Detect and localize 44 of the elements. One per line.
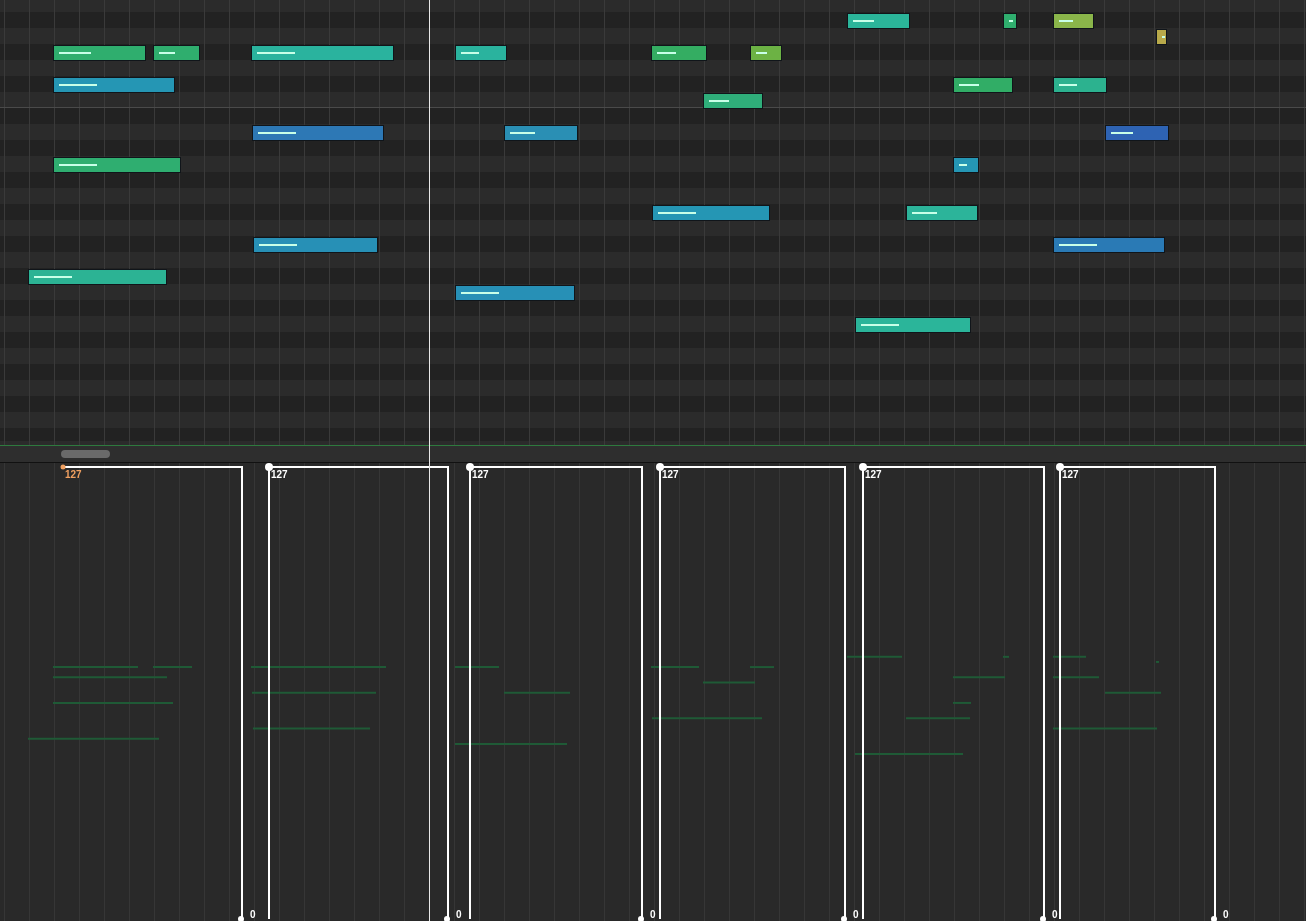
velocity-envelope[interactable] (466, 463, 644, 921)
midi-note[interactable] (651, 45, 707, 61)
velocity-value: 127 (865, 469, 882, 481)
velocity-value: 127 (65, 469, 82, 481)
velocity-value: 0 (650, 909, 656, 921)
velocity-value: 127 (662, 469, 679, 481)
velocity-value: 127 (472, 469, 489, 481)
midi-note[interactable] (906, 205, 978, 221)
velocity-envelope[interactable] (656, 463, 847, 921)
midi-note[interactable] (703, 93, 763, 109)
velocity-envelope[interactable] (265, 463, 450, 921)
velocity-value: 0 (250, 909, 256, 921)
velocity-envelope[interactable] (1056, 463, 1217, 921)
scrollbar-thumb[interactable] (61, 450, 110, 458)
midi-note[interactable] (53, 45, 146, 61)
midi-note[interactable] (953, 77, 1013, 93)
midi-note[interactable] (652, 205, 770, 221)
velocity-value: 127 (271, 469, 288, 481)
velocity-value: 0 (1223, 909, 1229, 921)
midi-note[interactable] (1003, 13, 1017, 29)
midi-note[interactable] (455, 45, 507, 61)
midi-note[interactable] (1053, 77, 1107, 93)
midi-note[interactable] (53, 157, 181, 173)
midi-note[interactable] (53, 77, 175, 93)
midi-note[interactable] (855, 317, 971, 333)
midi-note[interactable] (953, 157, 979, 173)
midi-note[interactable] (1053, 237, 1165, 253)
midi-note[interactable] (504, 125, 578, 141)
midi-note[interactable] (252, 125, 384, 141)
midi-note[interactable] (253, 237, 378, 253)
velocity-envelope[interactable] (859, 463, 1046, 921)
midi-note[interactable] (28, 269, 167, 285)
midi-note[interactable] (251, 45, 394, 61)
midi-note[interactable] (1053, 13, 1094, 29)
midi-note[interactable] (455, 285, 575, 301)
midi-note[interactable] (1156, 29, 1167, 45)
velocity-value: 0 (853, 909, 859, 921)
velocity-value: 0 (456, 909, 462, 921)
midi-note[interactable] (153, 45, 200, 61)
midi-note[interactable] (847, 13, 910, 29)
velocity-value: 0 (1052, 909, 1058, 921)
velocity-value: 127 (1062, 469, 1079, 481)
midi-note[interactable] (750, 45, 782, 61)
midi-note[interactable] (1105, 125, 1169, 141)
